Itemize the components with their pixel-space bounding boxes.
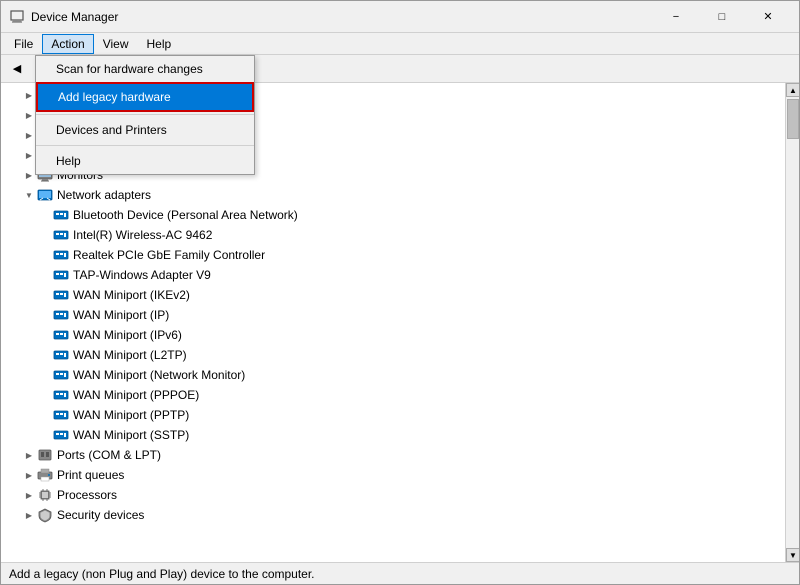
tree-label-intel_wireless: Intel(R) Wireless-AC 9462 bbox=[73, 228, 212, 242]
dropdown-divider-2 bbox=[36, 145, 254, 146]
tree-icon-wan_network_monitor bbox=[53, 367, 69, 383]
dropdown-add-legacy[interactable]: Add legacy hardware bbox=[36, 82, 254, 112]
tree-label-wan_ip: WAN Miniport (IP) bbox=[73, 308, 169, 322]
dropdown-devices-printers[interactable]: Devices and Printers bbox=[36, 117, 254, 143]
tree-item-network[interactable]: ▼ Network adapters bbox=[1, 185, 785, 205]
tree-item-wan_sstp[interactable]: ▶ WAN Miniport (SSTP) bbox=[1, 425, 785, 445]
tree-icon-print_queues bbox=[37, 467, 53, 483]
tree-label-realtek: Realtek PCIe GbE Family Controller bbox=[73, 248, 265, 262]
tree-label-print_queues: Print queues bbox=[57, 468, 124, 482]
back-button[interactable]: ◀ bbox=[5, 58, 29, 80]
tree-label-network: Network adapters bbox=[57, 188, 151, 202]
tree-item-wan_ip[interactable]: ▶ WAN Miniport (IP) bbox=[1, 305, 785, 325]
tree-item-intel_wireless[interactable]: ▶ Intel(R) Wireless-AC 9462 bbox=[1, 225, 785, 245]
dropdown-scan[interactable]: Scan for hardware changes bbox=[36, 56, 254, 82]
tree-icon-security bbox=[37, 507, 53, 523]
tree-label-security: Security devices bbox=[57, 508, 144, 522]
tree-label-wan_ikev2: WAN Miniport (IKEv2) bbox=[73, 288, 190, 302]
tree-label-wan_ipv6: WAN Miniport (IPv6) bbox=[73, 328, 182, 342]
tree-item-wan_ikev2[interactable]: ▶ WAN Miniport (IKEv2) bbox=[1, 285, 785, 305]
tree-icon-network bbox=[37, 187, 53, 203]
tree-label-wan_network_monitor: WAN Miniport (Network Monitor) bbox=[73, 368, 245, 382]
menu-file[interactable]: File bbox=[5, 34, 42, 54]
tree-icon-realtek bbox=[53, 247, 69, 263]
scrollbar-track[interactable] bbox=[786, 97, 799, 548]
tree-label-wan_l2tp: WAN Miniport (L2TP) bbox=[73, 348, 187, 362]
menu-action[interactable]: Action bbox=[42, 34, 93, 54]
menu-view[interactable]: View bbox=[94, 34, 138, 54]
device-manager-window: Device Manager − □ ✕ File Action View He… bbox=[0, 0, 800, 585]
tree-label-processors: Processors bbox=[57, 488, 117, 502]
status-bar: Add a legacy (non Plug and Play) device … bbox=[1, 562, 799, 584]
tree-item-processors[interactable]: ▶ Processors bbox=[1, 485, 785, 505]
tree-icon-wan_pptp bbox=[53, 407, 69, 423]
expand-icon-processors[interactable]: ▶ bbox=[21, 487, 37, 503]
tree-item-realtek[interactable]: ▶ Realtek PCIe GbE Family Controller bbox=[1, 245, 785, 265]
tree-item-security[interactable]: ▶ Security devices bbox=[1, 505, 785, 525]
app-icon bbox=[9, 9, 25, 25]
expand-icon-print_queues[interactable]: ▶ bbox=[21, 467, 37, 483]
tree-label-tap_windows: TAP-Windows Adapter V9 bbox=[73, 268, 211, 282]
tree-item-wan_ipv6[interactable]: ▶ WAN Miniport (IPv6) bbox=[1, 325, 785, 345]
expand-icon-security[interactable]: ▶ bbox=[21, 507, 37, 523]
tree-icon-wan_l2tp bbox=[53, 347, 69, 363]
tree-item-tap_windows[interactable]: ▶ TAP-Windows Adapter V9 bbox=[1, 265, 785, 285]
tree-icon-intel_wireless bbox=[53, 227, 69, 243]
menu-bar: File Action View Help Scan for hardware … bbox=[1, 33, 799, 55]
scrollbar[interactable]: ▲ ▼ bbox=[785, 83, 799, 562]
tree-icon-wan_ikev2 bbox=[53, 287, 69, 303]
tree-icon-ports bbox=[37, 447, 53, 463]
maximize-button[interactable]: □ bbox=[699, 2, 745, 32]
minimize-button[interactable]: − bbox=[653, 2, 699, 32]
tree-item-wan_l2tp[interactable]: ▶ WAN Miniport (L2TP) bbox=[1, 345, 785, 365]
tree-item-wan_pptp[interactable]: ▶ WAN Miniport (PPTP) bbox=[1, 405, 785, 425]
scrollbar-thumb[interactable] bbox=[787, 99, 799, 139]
tree-icon-processors bbox=[37, 487, 53, 503]
tree-icon-bluetooth bbox=[53, 207, 69, 223]
expand-icon-network[interactable]: ▼ bbox=[21, 187, 37, 203]
tree-label-wan_pppoe: WAN Miniport (PPPOE) bbox=[73, 388, 199, 402]
tree-icon-tap_windows bbox=[53, 267, 69, 283]
tree-icon-wan_ipv6 bbox=[53, 327, 69, 343]
action-dropdown-menu: Scan for hardware changes Add legacy har… bbox=[35, 55, 255, 175]
tree-item-print_queues[interactable]: ▶ Print queues bbox=[1, 465, 785, 485]
tree-item-wan_network_monitor[interactable]: ▶ WAN Miniport (Network Monitor) bbox=[1, 365, 785, 385]
tree-item-wan_pppoe[interactable]: ▶ WAN Miniport (PPPOE) bbox=[1, 385, 785, 405]
expand-icon-ports[interactable]: ▶ bbox=[21, 447, 37, 463]
close-button[interactable]: ✕ bbox=[745, 2, 791, 32]
title-bar: Device Manager − □ ✕ bbox=[1, 1, 799, 33]
tree-label-wan_sstp: WAN Miniport (SSTP) bbox=[73, 428, 189, 442]
window-controls: − □ ✕ bbox=[653, 2, 791, 32]
scroll-up-button[interactable]: ▲ bbox=[786, 83, 799, 97]
tree-icon-wan_sstp bbox=[53, 427, 69, 443]
tree-icon-wan_ip bbox=[53, 307, 69, 323]
dropdown-help[interactable]: Help bbox=[36, 148, 254, 174]
tree-label-wan_pptp: WAN Miniport (PPTP) bbox=[73, 408, 189, 422]
menu-help[interactable]: Help bbox=[138, 34, 181, 54]
status-text: Add a legacy (non Plug and Play) device … bbox=[9, 567, 315, 581]
window-title: Device Manager bbox=[31, 10, 653, 24]
tree-icon-wan_pppoe bbox=[53, 387, 69, 403]
scroll-down-button[interactable]: ▼ bbox=[786, 548, 799, 562]
tree-item-bluetooth[interactable]: ▶ Bluetooth Device (Personal Area Networ… bbox=[1, 205, 785, 225]
tree-label-ports: Ports (COM & LPT) bbox=[57, 448, 161, 462]
tree-item-ports[interactable]: ▶ Ports (COM & LPT) bbox=[1, 445, 785, 465]
dropdown-divider-1 bbox=[36, 114, 254, 115]
tree-label-bluetooth: Bluetooth Device (Personal Area Network) bbox=[73, 208, 298, 222]
